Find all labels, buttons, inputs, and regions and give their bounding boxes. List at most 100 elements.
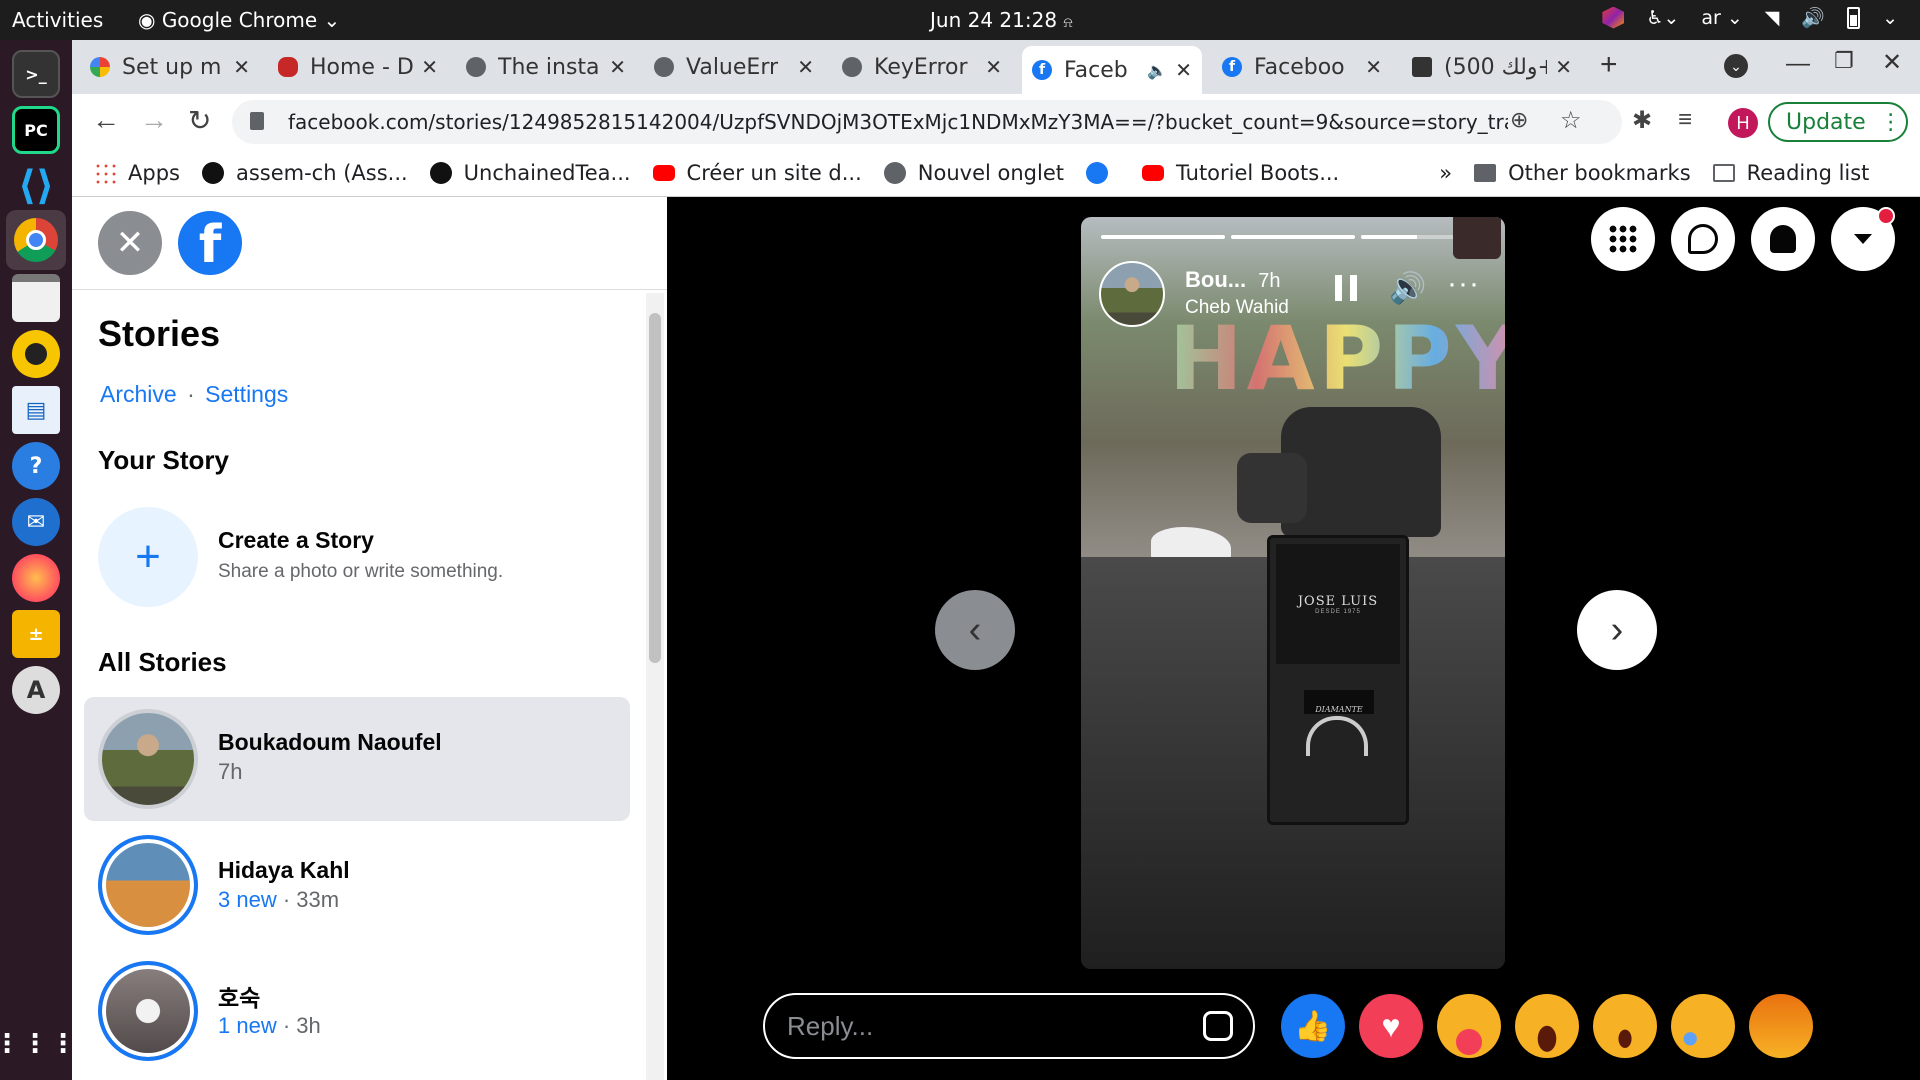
author-avatar[interactable] — [1099, 261, 1165, 327]
create-story-item[interactable]: + Create a Story Share a photo or write … — [98, 507, 618, 607]
colorful-extension-icon[interactable] — [1602, 6, 1625, 29]
notifications-button[interactable] — [1751, 207, 1815, 271]
angry-reaction-icon[interactable] — [1749, 994, 1813, 1058]
archive-link[interactable]: Archive — [100, 381, 177, 407]
volume-icon[interactable]: 🔊 — [1801, 6, 1825, 29]
bookmark-1[interactable]: assem-ch (Ass... — [201, 161, 408, 185]
bookmarks-overflow-button[interactable]: » — [1439, 161, 1452, 185]
battery-icon[interactable] — [1847, 6, 1861, 29]
system-tray[interactable]: ♿⌄ ar ⌄ ◥ 🔊 ⌄ — [1602, 6, 1898, 29]
terminal-icon[interactable]: >_ — [12, 50, 60, 98]
audio-playing-icon[interactable]: 🔈 — [1147, 61, 1167, 80]
sidebar-scrollbar[interactable] — [646, 293, 664, 1080]
files-icon[interactable] — [12, 274, 60, 322]
messenger-button[interactable] — [1671, 207, 1735, 271]
bookmark-star-icon[interactable]: ☆ — [1560, 106, 1582, 134]
haha-reaction-icon[interactable] — [1515, 994, 1579, 1058]
music-label[interactable]: Cheb Wahid — [1185, 297, 1289, 319]
other-bookmarks[interactable]: Other bookmarks — [1474, 161, 1691, 185]
tab-7[interactable]: (ولك 500+ ✕ — [1402, 46, 1582, 88]
new-tab-button[interactable]: + — [1600, 48, 1618, 82]
clock[interactable]: Jun 24 21:28 ⍾ — [930, 8, 1073, 32]
thunderbird-icon[interactable]: ✉ — [12, 498, 60, 546]
care-reaction-icon[interactable] — [1437, 994, 1501, 1058]
extensions-icon[interactable]: ✱ — [1632, 106, 1652, 135]
bookmark-3[interactable]: Créer un site d... — [652, 161, 862, 185]
account-button[interactable] — [1831, 207, 1895, 271]
reload-button[interactable]: ↻ — [188, 104, 211, 137]
media-control-icon[interactable]: ≡ — [1678, 106, 1692, 134]
sad-reaction-icon[interactable] — [1671, 994, 1735, 1058]
previous-story-button[interactable]: ‹ — [935, 590, 1015, 670]
wow-reaction-icon[interactable] — [1593, 994, 1657, 1058]
author-name[interactable]: Bou... — [1185, 267, 1246, 292]
story-item[interactable]: 호숙 1 new · 3h — [84, 951, 630, 1071]
reading-list[interactable]: Reading list — [1712, 161, 1869, 185]
close-tab-icon[interactable]: ✕ — [1365, 55, 1382, 79]
forward-button[interactable]: → — [140, 104, 168, 136]
dock: >_ PC ⟨⟩ ▤ ? ✉ ± A ⋮⋮⋮ — [0, 40, 76, 1080]
software-updater-icon[interactable]: A — [12, 666, 60, 714]
rhythmbox-icon[interactable] — [12, 330, 60, 378]
calculator-icon[interactable]: ± — [12, 610, 60, 658]
bookmark-2[interactable]: UnchainedTea... — [429, 161, 631, 185]
menu-button[interactable] — [1591, 207, 1655, 271]
writer-icon[interactable]: ▤ — [12, 386, 60, 434]
language-indicator[interactable]: ar ⌄ — [1701, 7, 1742, 29]
tab-0[interactable]: Set up m ✕ — [80, 46, 260, 88]
tab-2[interactable]: The insta ✕ — [456, 46, 636, 88]
story-item[interactable]: Hidaya Kahl 3 new · 33m — [84, 825, 630, 945]
tab-3[interactable]: ValueErr ✕ — [644, 46, 824, 88]
reply-box[interactable]: Reply... — [763, 993, 1255, 1059]
close-tab-icon[interactable]: ✕ — [1175, 58, 1192, 82]
profile-avatar[interactable]: H — [1728, 108, 1758, 138]
close-tab-icon[interactable]: ✕ — [421, 55, 438, 79]
love-reaction-icon[interactable]: ♥ — [1359, 994, 1423, 1058]
sticker-icon[interactable] — [1203, 1011, 1233, 1041]
tab-facebook-active[interactable]: f Faceb 🔈 ✕ — [1022, 46, 1202, 94]
close-tab-icon[interactable]: ✕ — [797, 55, 814, 79]
close-tab-icon[interactable]: ✕ — [609, 55, 626, 79]
firefox-icon[interactable] — [12, 554, 60, 602]
tab-6[interactable]: f Faceboo ✕ — [1212, 46, 1392, 88]
story-item-selected[interactable]: Boukadoum Naoufel 7h — [84, 697, 630, 821]
close-tab-icon[interactable]: ✕ — [985, 55, 1002, 79]
bookmark-6[interactable]: Tutoriel Boots... — [1142, 161, 1339, 185]
update-button[interactable]: Update ⋮ — [1768, 102, 1908, 142]
pycharm-icon[interactable]: PC — [12, 106, 60, 154]
address-bar[interactable]: facebook.com/stories/1249852815142004/Uz… — [232, 100, 1622, 144]
all-stories-heading: All Stories — [98, 647, 227, 677]
maximize-button[interactable]: ❐ — [1834, 48, 1854, 74]
chrome-icon[interactable] — [6, 210, 66, 270]
back-button[interactable]: ← — [92, 104, 120, 136]
close-window-button[interactable]: ✕ — [1882, 48, 1902, 77]
bookmark-apps[interactable]: Apps — [94, 161, 180, 185]
close-tab-icon[interactable]: ✕ — [233, 55, 250, 79]
bookmark-4[interactable]: Nouvel onglet — [883, 161, 1064, 185]
pause-icon[interactable] — [1335, 275, 1357, 301]
like-reaction-icon[interactable]: 👍 — [1281, 994, 1345, 1058]
minimize-button[interactable]: — — [1786, 50, 1810, 78]
scrollbar-thumb[interactable] — [649, 313, 661, 663]
power-menu-icon[interactable]: ⌄ — [1882, 7, 1898, 29]
vscode-icon[interactable]: ⟨⟩ — [12, 162, 60, 210]
zoom-icon[interactable]: ⊕ — [1510, 108, 1528, 133]
more-options-icon[interactable]: ··· — [1447, 267, 1480, 301]
story-card[interactable]: JOSE LUIS DESDE 1975 DIAMANTE HAPPY Bou.… — [1081, 217, 1505, 969]
tab-1[interactable]: Home - D ✕ — [268, 46, 448, 88]
tab-search-icon[interactable]: ⌄ — [1724, 54, 1748, 78]
show-apps-icon[interactable]: ⋮⋮⋮ — [0, 1020, 76, 1068]
app-menu[interactable]: ◉ Google Chrome ⌄ — [138, 8, 340, 32]
settings-link[interactable]: Settings — [205, 381, 288, 407]
close-tab-icon[interactable]: ✕ — [1555, 55, 1572, 79]
next-story-button[interactable]: › — [1577, 590, 1657, 670]
activities-button[interactable]: Activities — [12, 8, 103, 32]
accessibility-icon[interactable]: ♿⌄ — [1646, 7, 1679, 29]
wifi-icon[interactable]: ◥ — [1765, 7, 1780, 29]
facebook-logo-icon[interactable]: f — [178, 211, 242, 275]
close-stories-button[interactable]: ✕ — [98, 211, 162, 275]
bookmark-5[interactable] — [1086, 162, 1120, 184]
help-icon[interactable]: ? — [12, 442, 60, 490]
volume-button-icon[interactable]: 🔊 — [1389, 271, 1426, 306]
tab-4[interactable]: KeyError ✕ — [832, 46, 1012, 88]
